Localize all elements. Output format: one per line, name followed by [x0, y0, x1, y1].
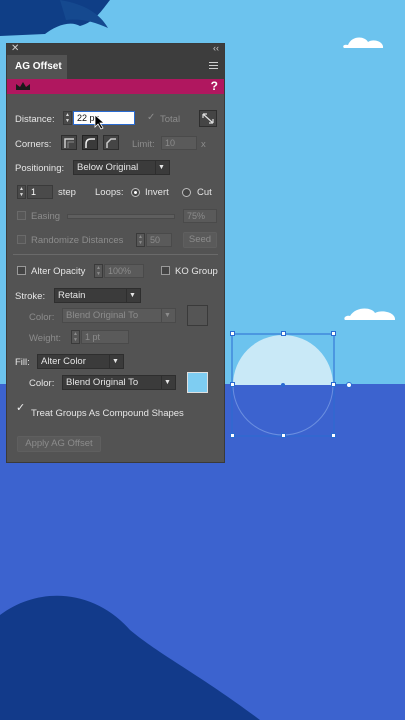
rotate-handle	[346, 382, 352, 388]
fill-color-value: Blend Original To	[66, 377, 139, 388]
invert-label: Invert	[145, 187, 169, 198]
chevron-down-icon: ▼	[161, 309, 173, 322]
positioning-value: Below Original	[77, 162, 139, 173]
fill-dropdown[interactable]: Alter Color ▼	[37, 354, 124, 369]
tab-ag-offset[interactable]: AG Offset	[7, 55, 67, 79]
fill-color-label: Color:	[29, 378, 55, 389]
bevel-corner-icon	[106, 138, 116, 148]
fill-label: Fill:	[15, 357, 30, 368]
corner-round-button[interactable]	[82, 135, 98, 150]
steps-stepper[interactable]: ▲ ▼	[17, 185, 26, 199]
total-checkbox[interactable]: ✓	[147, 113, 156, 123]
selection-handle[interactable]	[230, 433, 235, 438]
fill-color-dropdown[interactable]: Blend Original To ▼	[62, 375, 176, 390]
fill-color-swatch[interactable]	[187, 372, 208, 393]
weight-stepper[interactable]: ▲ ▼	[71, 330, 80, 344]
distance-label: Distance:	[15, 114, 55, 125]
stroke-color-value: Blend Original To	[66, 310, 139, 321]
easing-slider[interactable]	[67, 214, 175, 219]
steps-input[interactable]: 1	[27, 185, 53, 199]
randomize-input[interactable]: 50	[146, 233, 172, 247]
easing-input[interactable]: 75%	[183, 209, 217, 223]
miter-corner-icon	[64, 138, 74, 148]
ko-group-label: KO Group	[175, 266, 218, 277]
round-corner-icon	[85, 138, 95, 148]
total-label: Total	[160, 114, 181, 125]
compound-checkbox[interactable]: ✓	[16, 403, 25, 414]
selection-handle[interactable]	[331, 331, 336, 336]
stroke-color-dropdown[interactable]: Blend Original To ▼	[62, 308, 176, 323]
positioning-label: Positioning:	[15, 163, 65, 174]
close-icon[interactable]: ✕	[11, 43, 19, 54]
chevron-down-icon: ▼	[126, 289, 138, 302]
limit-unit: x	[201, 139, 206, 150]
compound-label: Treat Groups As Compound Shapes	[31, 408, 184, 419]
step-label: step	[58, 187, 76, 198]
selection-handle[interactable]	[331, 433, 336, 438]
crown-icon	[16, 82, 30, 90]
weight-input[interactable]: 1 pt	[81, 330, 129, 344]
seed-button[interactable]: Seed	[183, 232, 217, 248]
cut-label: Cut	[197, 187, 212, 198]
limit-input[interactable]: 10	[161, 136, 197, 150]
alter-opacity-checkbox[interactable]	[17, 266, 26, 275]
panel-menu-icon[interactable]	[209, 62, 218, 71]
selection-handle[interactable]	[331, 382, 336, 387]
selection-center-point	[281, 383, 285, 387]
corners-label: Corners:	[15, 139, 52, 150]
cut-radio[interactable]	[182, 188, 191, 197]
chevron-down-icon: ▼	[109, 355, 121, 368]
distance-stepper[interactable]: ▲ ▼	[63, 111, 72, 125]
ko-group-checkbox[interactable]	[161, 266, 170, 275]
positioning-dropdown[interactable]: Below Original ▼	[73, 160, 170, 175]
plugin-banner: ?	[7, 79, 224, 94]
opacity-input[interactable]: 100%	[104, 264, 144, 278]
selection-handle[interactable]	[230, 382, 235, 387]
loops-label: Loops:	[95, 187, 124, 198]
help-icon[interactable]: ?	[211, 79, 218, 93]
stroke-dropdown[interactable]: Retain ▼	[54, 288, 141, 303]
corner-miter-button[interactable]	[61, 135, 77, 150]
opacity-stepper[interactable]: ▲ ▼	[94, 264, 103, 278]
chevron-down-icon: ▼	[155, 161, 167, 174]
stroke-value: Retain	[58, 290, 86, 301]
randomize-label: Randomize Distances	[31, 235, 124, 246]
corner-bevel-button[interactable]	[103, 135, 119, 150]
selection-handle[interactable]	[230, 331, 235, 336]
fill-value: Alter Color	[41, 356, 86, 367]
alter-opacity-label: Alter Opacity	[31, 266, 86, 277]
apply-ag-offset-button[interactable]: Apply AG Offset	[17, 436, 101, 452]
swap-arrows-icon	[202, 113, 214, 124]
divider	[13, 254, 218, 255]
chevron-down-icon: ▼	[161, 376, 173, 389]
randomize-checkbox[interactable]	[17, 235, 26, 244]
swap-direction-button[interactable]	[199, 110, 217, 127]
invert-radio[interactable]	[131, 188, 140, 197]
randomize-stepper[interactable]: ▲ ▼	[136, 233, 145, 247]
panel-tab-row: AG Offset	[7, 55, 224, 79]
panel-titlebar: ✕ ‹‹	[7, 43, 224, 55]
limit-label: Limit:	[132, 139, 155, 150]
stroke-label: Stroke:	[15, 291, 46, 302]
stroke-color-swatch[interactable]	[187, 305, 208, 326]
ag-offset-panel: ✕ ‹‹ AG Offset ? Distance: ▲ ▼ 22 px ✓ To…	[6, 43, 225, 463]
mouse-cursor-icon	[94, 114, 106, 130]
easing-label: Easing	[31, 211, 61, 222]
easing-checkbox[interactable]	[17, 211, 26, 220]
selection-handle[interactable]	[281, 433, 286, 438]
selection-handle[interactable]	[281, 331, 286, 336]
weight-label: Weight:	[29, 333, 62, 344]
collapse-icon[interactable]: ‹‹	[213, 43, 219, 53]
stroke-color-label: Color:	[29, 312, 55, 323]
